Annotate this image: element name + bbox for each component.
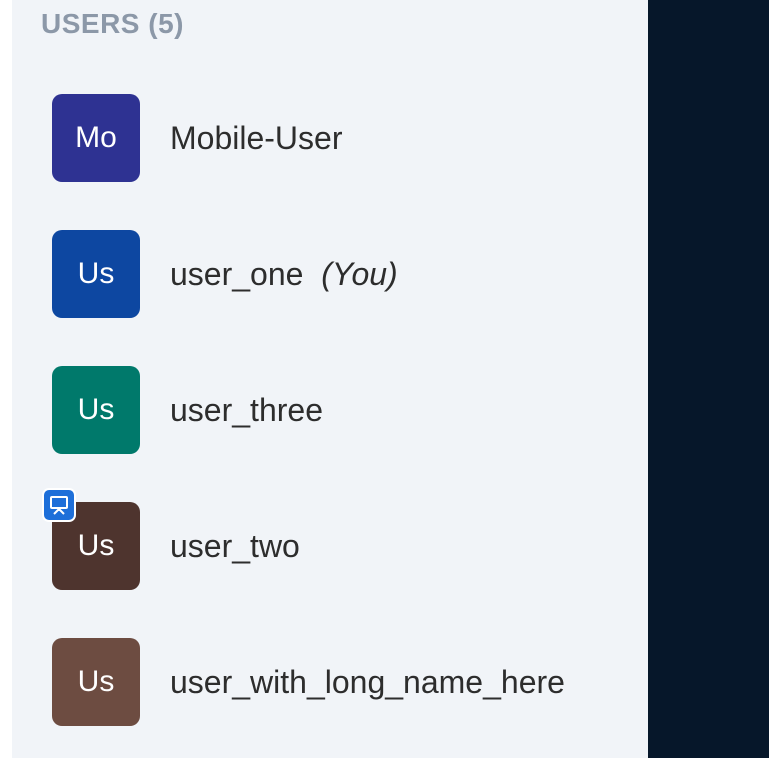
user-name-text: user_with_long_name_here bbox=[170, 663, 565, 700]
avatar-initials: Us bbox=[77, 393, 115, 426]
you-tag: (You) bbox=[312, 255, 398, 292]
user-name: user_one (You) bbox=[170, 256, 398, 293]
user-list-item[interactable]: Us user_three bbox=[12, 342, 648, 478]
user-list-item[interactable]: Us user_with_long_name_here bbox=[12, 614, 648, 750]
avatar-initials: Us bbox=[77, 257, 115, 290]
user-list: Mo Mobile-User Us user_one (You) Us user… bbox=[12, 70, 648, 750]
user-name: Mobile-User bbox=[170, 120, 342, 157]
user-name: user_three bbox=[170, 392, 323, 429]
user-avatar: Mo bbox=[52, 94, 140, 182]
user-list-item[interactable]: Us user_two bbox=[12, 478, 648, 614]
presentation-board-icon bbox=[42, 488, 76, 522]
user-avatar: Us bbox=[52, 638, 140, 726]
user-name: user_with_long_name_here bbox=[170, 664, 565, 701]
user-name-text: user_three bbox=[170, 391, 323, 428]
avatar-initials: Us bbox=[77, 529, 115, 562]
user-list-item[interactable]: Us user_one (You) bbox=[12, 206, 648, 342]
avatar-initials: Us bbox=[77, 665, 115, 698]
user-avatar: Us bbox=[52, 230, 140, 318]
user-avatar: Us bbox=[52, 366, 140, 454]
user-list-item[interactable]: Mo Mobile-User bbox=[12, 70, 648, 206]
user-name-text: user_one bbox=[170, 255, 304, 292]
users-list-header: USERS (5) bbox=[41, 8, 184, 39]
user-name-text: user_two bbox=[170, 527, 300, 564]
user-name: user_two bbox=[170, 528, 300, 565]
avatar-initials: Mo bbox=[75, 121, 117, 154]
user-name-text: Mobile-User bbox=[170, 119, 343, 156]
main-content-panel bbox=[648, 0, 769, 758]
